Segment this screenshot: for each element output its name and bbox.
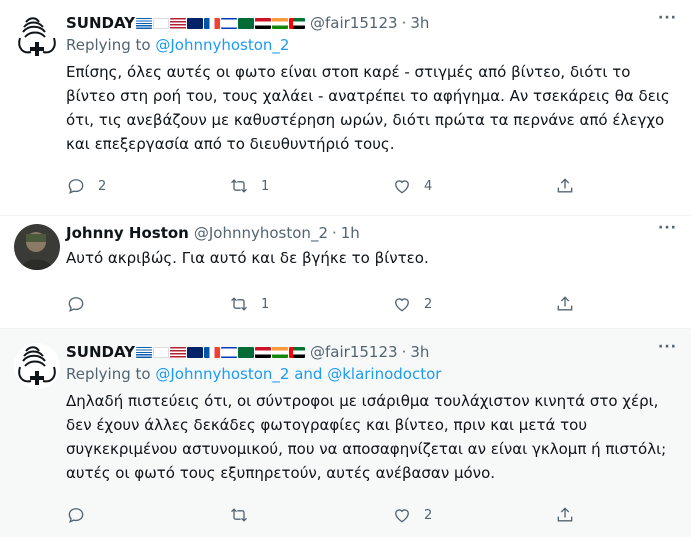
- reply-icon: [68, 297, 84, 312]
- like-count: 2: [424, 507, 433, 523]
- reply-button[interactable]: [66, 294, 229, 314]
- more-icon[interactable]: ···: [658, 220, 677, 236]
- saudi-flag: [238, 17, 255, 29]
- tweet[interactable]: SUNDAY @fair15123 · 3h ··· Replying to @…: [0, 0, 691, 216]
- timestamp[interactable]: 1h: [341, 224, 360, 242]
- uk-flag: [187, 17, 204, 29]
- like-button[interactable]: 2: [392, 294, 555, 314]
- replying-to: Replying to @Johnnyhoston_2 and @klarino…: [66, 365, 677, 387]
- reply-icon: [68, 179, 84, 194]
- egypt-flag: [255, 17, 272, 29]
- replying-to: Replying to @Johnnyhoston_2: [66, 36, 677, 58]
- retweet-icon: [231, 297, 247, 311]
- avatar[interactable]: [14, 224, 60, 270]
- like-icon: [395, 298, 409, 312]
- like-count: 4: [424, 178, 433, 194]
- username[interactable]: @Johnnyhoston_2: [194, 224, 328, 242]
- like-icon: [395, 509, 409, 523]
- retweet-button[interactable]: [229, 505, 392, 525]
- like-count: 2: [424, 296, 433, 312]
- retweet-button[interactable]: 1: [229, 176, 392, 196]
- like-button[interactable]: 2: [392, 505, 555, 525]
- share-button[interactable]: [555, 294, 585, 314]
- avatar[interactable]: [14, 343, 60, 389]
- like-icon: [395, 180, 409, 194]
- tweet[interactable]: Johnny Hoston @Johnnyhoston_2 · 1h ··· Α…: [0, 216, 691, 329]
- more-icon[interactable]: ···: [658, 10, 677, 26]
- retweet-icon: [231, 179, 247, 193]
- usa-flag: [170, 17, 187, 29]
- usa-flag: [170, 346, 187, 358]
- share-button[interactable]: [555, 505, 585, 525]
- tweet[interactable]: SUNDAY @fair15123 · 3h ··· Replying to @…: [0, 329, 691, 537]
- flag-emojis: [136, 346, 306, 358]
- retweet-count: 1: [261, 178, 270, 194]
- tweet-text: Δηλαδή πιστεύεις ότι, οι σύντροφοι με ισ…: [66, 392, 667, 482]
- like-button[interactable]: 4: [392, 176, 555, 196]
- israel-flag: [221, 17, 238, 29]
- cyprus-flag: [153, 17, 170, 29]
- flag-emojis: [136, 17, 306, 29]
- username[interactable]: @fair15123: [310, 343, 398, 361]
- separator: ·: [401, 343, 407, 361]
- france-flag: [204, 346, 221, 358]
- more-icon[interactable]: ···: [658, 339, 677, 355]
- separator: ·: [331, 224, 337, 242]
- greece-flag: [136, 17, 153, 29]
- reply-button[interactable]: 2: [66, 176, 229, 196]
- share-icon: [557, 507, 573, 522]
- timestamp[interactable]: 3h: [410, 343, 429, 361]
- display-name[interactable]: SUNDAY: [66, 14, 135, 32]
- mention-link[interactable]: @klarinodoctor: [327, 365, 441, 383]
- display-name[interactable]: SUNDAY: [66, 343, 135, 361]
- share-icon: [557, 296, 573, 311]
- uk-flag: [187, 346, 204, 358]
- retweet-button[interactable]: 1: [229, 294, 392, 314]
- india-flag: [272, 17, 289, 29]
- cyprus-flag: [153, 346, 170, 358]
- replying-prefix: Replying to: [66, 36, 156, 54]
- tweet-text: Επίσης, όλες αυτές οι φωτο είναι στοπ κα…: [66, 63, 670, 153]
- share-icon: [557, 178, 573, 193]
- reply-count: 2: [98, 178, 107, 194]
- uae-flag: [289, 17, 306, 29]
- retweet-icon: [231, 508, 247, 522]
- separator: ·: [401, 14, 407, 32]
- uae-flag: [289, 346, 306, 358]
- retweet-count: 1: [261, 296, 270, 312]
- india-flag: [272, 346, 289, 358]
- replying-prefix: Replying to: [66, 365, 156, 383]
- mention-link[interactable]: @Johnnyhoston_2: [155, 36, 289, 54]
- reply-button[interactable]: [66, 505, 229, 525]
- greece-flag: [136, 346, 153, 358]
- username[interactable]: @fair15123: [310, 14, 398, 32]
- mention-link[interactable]: @Johnnyhoston_2: [155, 365, 289, 383]
- share-button[interactable]: [555, 176, 585, 196]
- saudi-flag: [238, 346, 255, 358]
- egypt-flag: [255, 346, 272, 358]
- tweet-text: Αυτό ακριβώς. Για αυτό και δε βγήκε το β…: [66, 249, 429, 267]
- france-flag: [204, 17, 221, 29]
- timestamp[interactable]: 3h: [410, 14, 429, 32]
- avatar[interactable]: [14, 14, 60, 60]
- reply-icon: [68, 508, 84, 523]
- display-name[interactable]: Johnny Hoston: [66, 224, 189, 242]
- israel-flag: [221, 346, 238, 358]
- replying-and: and: [289, 365, 328, 383]
